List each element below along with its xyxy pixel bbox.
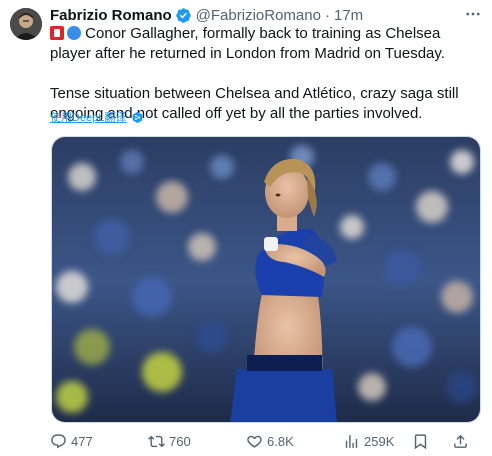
verified-badge-icon	[175, 7, 192, 24]
action-bar: 477 760 6.8K 259K	[50, 430, 484, 452]
more-options-icon[interactable]	[462, 4, 484, 24]
blue-circle-emoji-icon	[67, 26, 81, 40]
reply-count: 477	[71, 433, 93, 449]
retweet-button[interactable]: 760	[148, 430, 191, 452]
bookmark-button[interactable]	[412, 430, 429, 452]
avatar[interactable]	[10, 8, 42, 40]
tweet-paragraph-1: Conor Gallagher, formally back to traini…	[50, 24, 482, 64]
photo-image	[52, 137, 480, 422]
translate-label[interactable]: 使用DeepL翻译	[50, 109, 126, 125]
analytics-icon	[345, 434, 358, 448]
separator-dot: ·	[324, 6, 330, 24]
retweet-icon	[148, 435, 165, 447]
deepl-icon	[133, 111, 143, 123]
translate-link[interactable]: 使用DeepL翻译	[50, 109, 144, 125]
author-name[interactable]: Fabrizio Romano	[50, 7, 172, 24]
like-button[interactable]: 6.8K	[246, 430, 294, 452]
heart-icon	[247, 435, 262, 448]
tweet-paragraph-1-text: Conor Gallagher, formally back to traini…	[50, 25, 445, 62]
share-icon	[454, 434, 467, 448]
tweet[interactable]: Fabrizio Romano @FabrizioRomano · 17m Co…	[0, 0, 492, 456]
retweet-count: 760	[169, 433, 191, 449]
reply-button[interactable]: 477	[50, 430, 93, 452]
bookmark-icon	[414, 433, 427, 449]
tweet-header: Fabrizio Romano @FabrizioRomano · 17m	[50, 5, 363, 25]
views-button[interactable]: 259K	[343, 430, 394, 452]
tweet-photo[interactable]	[51, 136, 481, 423]
timestamp[interactable]: 17m	[334, 7, 363, 24]
reply-icon	[51, 433, 66, 448]
views-count: 259K	[364, 433, 395, 449]
author-handle[interactable]: @FabrizioRomano	[196, 7, 321, 24]
share-button[interactable]	[452, 430, 469, 452]
like-count: 6.8K	[267, 433, 294, 449]
red-badge-emoji-icon	[50, 26, 64, 40]
